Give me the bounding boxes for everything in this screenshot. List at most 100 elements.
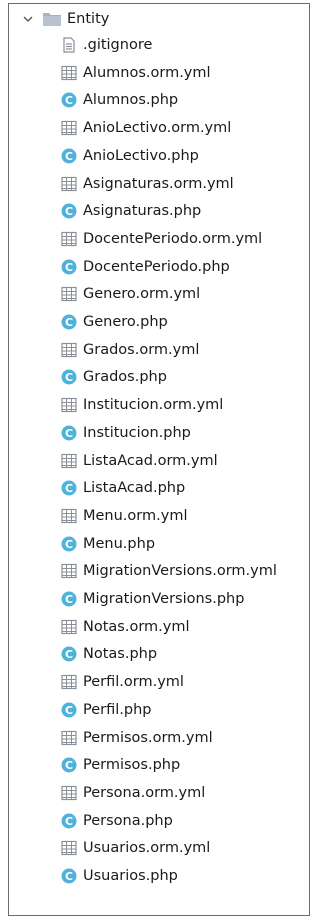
file-item[interactable]: C Persona.php [61,808,173,834]
project-tree-panel: Entity .gitignore Alumnos.orm.yml C Alumnos… [8,3,310,916]
file-name: Notas.orm.yml [83,618,190,635]
svg-text:C: C [65,704,73,717]
file-name: Menu.orm.yml [83,507,188,524]
file-item[interactable]: C Perfil.php [61,697,151,723]
table-file-icon [61,730,77,745]
file-item[interactable]: C Permisos.php [61,752,180,778]
file-name: Perfil.php [83,701,152,718]
file-name: ListaAcad.php [83,480,186,497]
chevron-down-icon[interactable] [23,14,33,24]
folder-icon [43,13,61,26]
svg-text:C: C [65,371,73,384]
php-class-icon: C [61,314,77,330]
svg-text:C: C [65,150,73,163]
table-file-icon [61,619,77,634]
file-item[interactable]: DocentePeriodo.orm.yml [61,226,262,252]
php-class-icon: C [61,480,77,496]
svg-text:C: C [65,538,73,551]
file-name: Asignaturas.orm.yml [83,175,234,192]
file-name: Alumnos.php [83,92,179,109]
file-item[interactable]: C MigrationVersions.php [61,586,244,612]
file-name: AnioLectivo.orm.yml [83,120,232,137]
file-item[interactable]: Notas.orm.yml [61,614,190,640]
table-file-icon [61,231,77,246]
file-item[interactable]: C Alumnos.php [61,87,178,113]
file-name: Institucion.php [83,424,191,441]
php-class-icon: C [61,536,77,552]
file-name: Alumnos.orm.yml [83,64,211,81]
file-name: DocentePeriodo.orm.yml [83,230,263,247]
file-item[interactable]: C Genero.php [61,309,168,335]
file-name: Grados.php [83,369,167,386]
file-item[interactable]: ListaAcad.orm.yml [61,448,218,474]
php-class-icon: C [61,203,77,219]
file-name: Genero.orm.yml [83,286,201,303]
file-item[interactable]: Grados.orm.yml [61,337,199,363]
file-item[interactable]: C Menu.php [61,531,155,557]
table-file-icon [61,841,77,856]
file-name: MigrationVersions.php [83,591,245,607]
file-name: Genero.php [83,314,168,330]
file-item[interactable]: C DocentePeriodo.php [61,254,230,280]
file-item[interactable]: Permisos.orm.yml [61,725,213,751]
php-class-icon: C [61,646,77,662]
file-item[interactable]: C ListaAcad.php [61,475,185,501]
svg-text:C: C [65,759,73,772]
php-class-icon: C [61,148,77,164]
table-file-icon [61,508,77,523]
table-file-icon [61,453,77,468]
file-item[interactable]: Menu.orm.yml [61,503,187,529]
table-file-icon [61,65,77,80]
table-file-icon [61,287,77,302]
php-class-icon: C [61,259,77,275]
svg-text:C: C [65,94,73,107]
file-item[interactable]: Asignaturas.orm.yml [61,171,234,197]
file-name: Permisos.php [83,757,181,774]
file-name: Persona.orm.yml [83,784,206,801]
file-name: .gitignore [83,37,153,53]
file-name: DocentePeriodo.php [83,258,230,275]
table-file-icon [61,342,77,357]
file-name: Usuarios.php [83,868,178,884]
php-class-icon: C [61,813,77,829]
file-item[interactable]: C Notas.php [61,641,157,667]
file-item[interactable]: Genero.orm.yml [61,281,200,307]
file-name: MigrationVersions.orm.yml [83,563,277,580]
file-item[interactable]: Perfil.orm.yml [61,669,184,695]
file-name: AnioLectivo.php [83,147,199,164]
file-item[interactable]: Persona.orm.yml [61,780,205,806]
file-item[interactable]: Institucion.orm.yml [61,392,223,418]
file-item[interactable]: C AnioLectivo.php [61,143,199,169]
svg-text:C: C [65,205,73,218]
php-class-icon: C [61,702,77,718]
file-item[interactable]: AnioLectivo.orm.yml [61,115,231,141]
php-class-icon: C [61,369,77,385]
file-item[interactable]: C Usuarios.php [61,863,178,889]
folder-row-entity[interactable]: Entity [9,6,109,32]
file-item[interactable]: C Asignaturas.php [61,198,201,224]
svg-text:C: C [65,870,73,883]
file-item[interactable]: Alumnos.orm.yml [61,60,211,86]
file-item[interactable]: .gitignore [61,32,152,58]
svg-text:C: C [65,648,73,661]
file-item[interactable]: C Institucion.php [61,420,191,446]
table-file-icon [61,176,77,191]
file-name: Notas.php [83,646,158,663]
file-name: Asignaturas.php [83,203,202,220]
svg-text:C: C [65,427,73,440]
file-name: Institucion.orm.yml [83,397,224,414]
php-class-icon: C [61,591,77,607]
file-item[interactable]: MigrationVersions.orm.yml [61,558,277,584]
table-file-icon [61,120,77,136]
svg-text:C: C [65,593,73,606]
svg-text:C: C [65,261,73,274]
file-item[interactable]: C Grados.php [61,364,167,390]
folder-label: Entity [67,11,110,27]
file-name: Grados.orm.yml [83,341,200,358]
file-name: Perfil.orm.yml [83,674,184,691]
file-item[interactable]: Usuarios.orm.yml [61,835,210,861]
file-name: ListaAcad.orm.yml [83,452,218,469]
table-file-icon [61,564,77,579]
svg-text:C: C [65,815,73,828]
file-name: Permisos.orm.yml [83,729,213,746]
